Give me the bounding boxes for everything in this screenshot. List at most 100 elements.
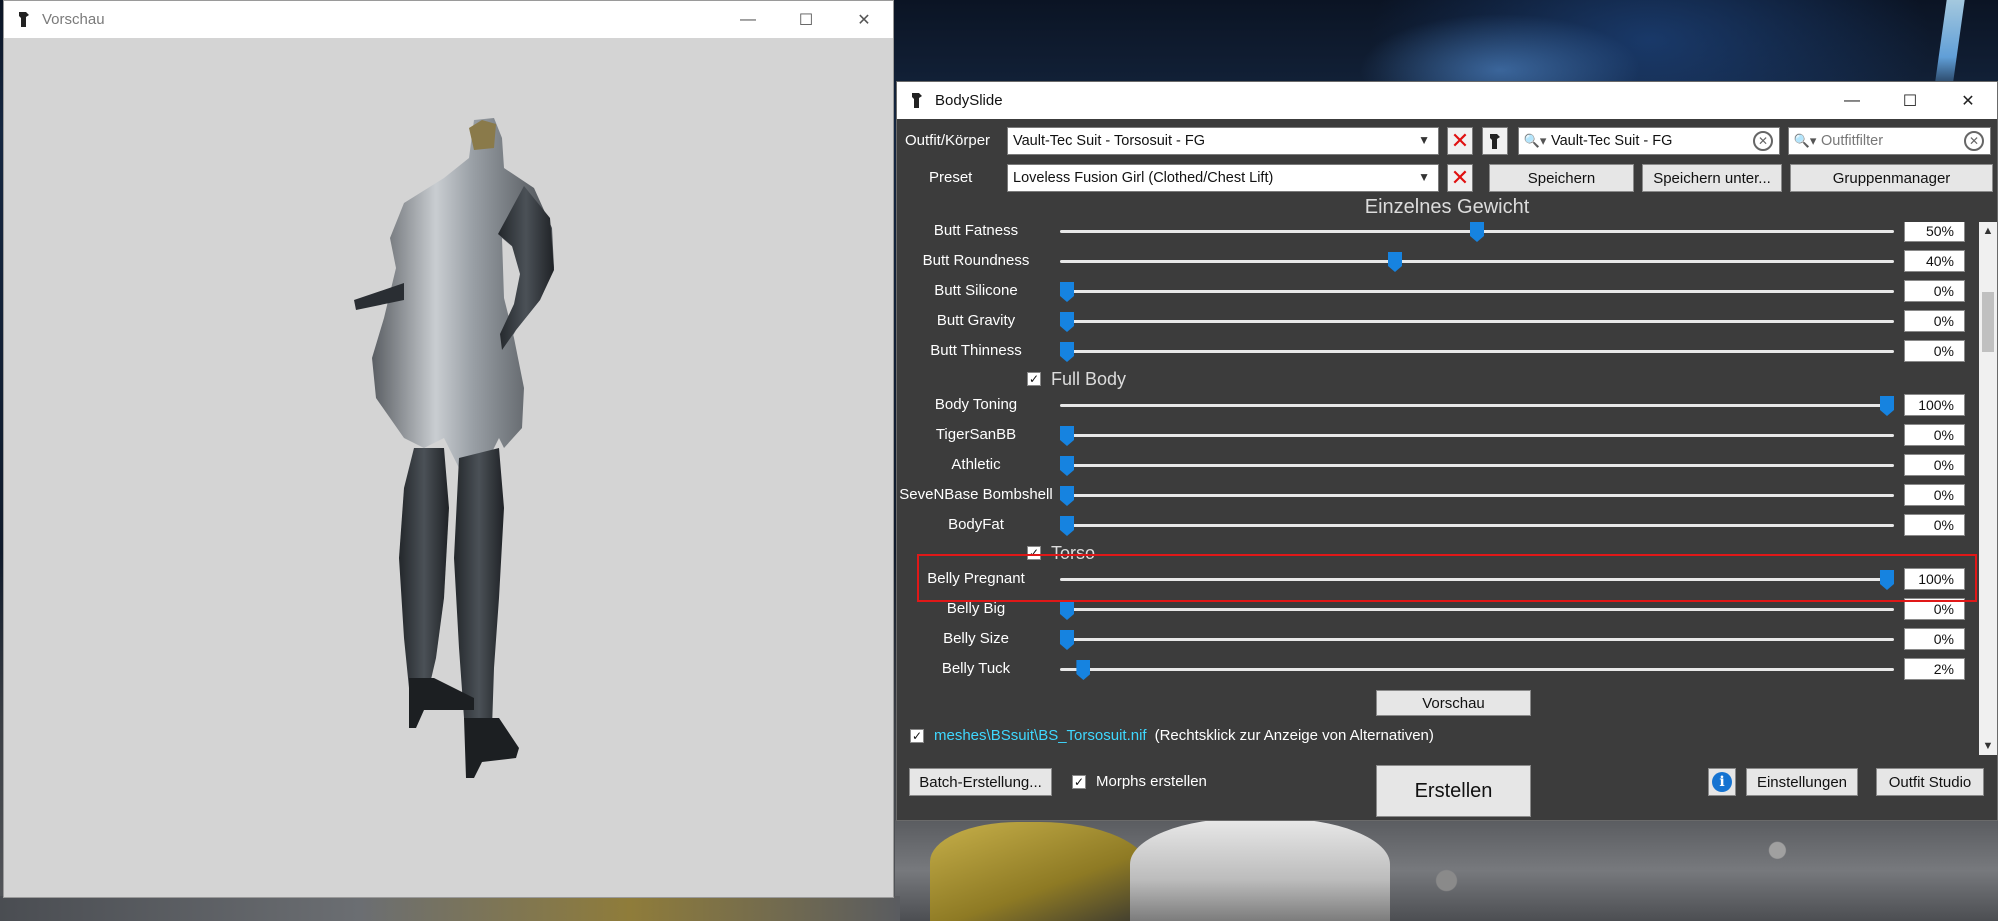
slider-track[interactable] xyxy=(1060,608,1894,611)
slider-track[interactable] xyxy=(1060,320,1894,323)
close-icon: ✕ xyxy=(1450,128,1470,153)
slider-thumb[interactable] xyxy=(1060,282,1074,302)
slider-value-input[interactable]: 2% xyxy=(1904,658,1965,680)
slider-name: Belly Size xyxy=(943,630,1009,647)
slider-value-input[interactable]: 100% xyxy=(1904,394,1965,416)
slider-track[interactable] xyxy=(1060,260,1894,263)
preview-button[interactable]: Vorschau xyxy=(1376,690,1531,716)
slider-row[interactable]: TigerSanBB 0% xyxy=(897,420,1977,450)
search-icon: 🔍▾ xyxy=(1523,133,1547,148)
slider-value-input[interactable]: 0% xyxy=(1904,454,1965,476)
settings-button[interactable]: Einstellungen xyxy=(1746,768,1858,796)
slider-row[interactable]: Belly Size 0% xyxy=(897,624,1977,654)
outfit-icon-button[interactable] xyxy=(1482,127,1508,155)
save-button[interactable]: Speichern xyxy=(1489,164,1634,192)
scroll-up-icon[interactable]: ▲ xyxy=(1979,222,1997,240)
slider-track[interactable] xyxy=(1060,350,1894,353)
batch-build-button[interactable]: Batch-Erstellung... xyxy=(909,768,1052,796)
slider-name: Belly Big xyxy=(946,600,1006,617)
slider-thumb[interactable] xyxy=(1060,600,1074,620)
nif-path-link[interactable]: meshes\BSsuit\BS_Torsosuit.nif xyxy=(934,727,1147,744)
slider-value-input[interactable]: 0% xyxy=(1904,280,1965,302)
slider-row[interactable]: Butt Silicone 0% xyxy=(897,276,1977,306)
preview-window-title: Vorschau xyxy=(42,11,105,28)
slider-thumb[interactable] xyxy=(1470,222,1484,242)
slider-row[interactable]: Butt Gravity 0% xyxy=(897,306,1977,336)
3d-preview-viewport[interactable] xyxy=(4,38,893,898)
nif-output-row[interactable]: ✓ meshes\BSsuit\BS_Torsosuit.nif (Rechts… xyxy=(910,727,1434,744)
slider-row[interactable]: Body Toning 100% xyxy=(897,390,1977,420)
clear-search-icon[interactable]: ✕ xyxy=(1753,131,1773,151)
group-checkbox[interactable]: ✓ xyxy=(1027,372,1041,386)
slider-value-input[interactable]: 0% xyxy=(1904,310,1965,332)
morphs-checkbox[interactable]: ✓ xyxy=(1072,774,1086,789)
slider-value-input[interactable]: 0% xyxy=(1904,628,1965,650)
slider-value-input[interactable]: 50% xyxy=(1904,222,1965,242)
slider-track[interactable] xyxy=(1060,524,1894,527)
slider-value-input[interactable]: 0% xyxy=(1904,514,1965,536)
slider-track[interactable] xyxy=(1060,290,1894,293)
slider-row[interactable]: SeveNBase Bombshell 0% xyxy=(897,480,1977,510)
slider-row[interactable]: Athletic 0% xyxy=(897,450,1977,480)
slider-value-input[interactable]: 0% xyxy=(1904,340,1965,362)
slider-list[interactable]: Butt Fatness 50% Butt Roundness 40% Butt… xyxy=(897,222,1977,755)
slider-row[interactable]: Butt Thinness 0% xyxy=(897,336,1977,366)
slider-thumb[interactable] xyxy=(1076,660,1091,680)
slider-track[interactable] xyxy=(1060,494,1894,497)
scroll-down-icon[interactable]: ▼ xyxy=(1979,737,1997,755)
bodyslide-titlebar[interactable]: BodySlide — ☐ ✕ xyxy=(897,82,1997,119)
minimize-button[interactable]: — xyxy=(1823,82,1881,119)
slider-name: Butt Thinness xyxy=(930,342,1022,359)
minimize-button[interactable]: — xyxy=(719,1,777,38)
slider-value-input[interactable]: 0% xyxy=(1904,424,1965,446)
slider-thumb[interactable] xyxy=(1060,312,1074,332)
slider-track[interactable] xyxy=(1060,638,1894,641)
slider-value-input[interactable]: 0% xyxy=(1904,484,1965,506)
slider-thumb[interactable] xyxy=(1060,516,1074,536)
clear-outfit-button[interactable]: ✕ xyxy=(1447,127,1473,155)
nif-hint: (Rechtsklick zur Anzeige von Alternative… xyxy=(1154,727,1434,744)
slider-row[interactable]: Butt Roundness 40% xyxy=(897,246,1977,276)
bodyslide-window[interactable]: BodySlide — ☐ ✕ Outfit/Körper Vault-Tec … xyxy=(896,81,1998,821)
outfit-filter-input[interactable]: 🔍▾ Outfitfilter ✕ xyxy=(1788,127,1991,155)
group-manager-button[interactable]: Gruppenmanager xyxy=(1790,164,1993,192)
slider-track[interactable] xyxy=(1060,404,1894,407)
slider-thumb[interactable] xyxy=(1060,426,1074,446)
clear-filter-icon[interactable]: ✕ xyxy=(1964,131,1984,151)
slider-row[interactable]: Belly Tuck 2% xyxy=(897,654,1977,684)
clear-preset-button[interactable]: ✕ xyxy=(1447,164,1473,192)
close-button[interactable]: ✕ xyxy=(1939,82,1997,119)
scrollbar-thumb[interactable] xyxy=(1982,292,1994,352)
slider-scrollbar[interactable]: ▲ ▼ xyxy=(1979,222,1997,755)
slider-row[interactable]: Butt Fatness 50% xyxy=(897,222,1977,246)
slider-thumb[interactable] xyxy=(1060,342,1074,362)
outfit-studio-button[interactable]: Outfit Studio xyxy=(1876,768,1984,796)
preset-dropdown[interactable]: Loveless Fusion Girl (Clothed/Chest Lift… xyxy=(1007,164,1439,192)
save-as-button[interactable]: Speichern unter... xyxy=(1642,164,1782,192)
slider-thumb[interactable] xyxy=(1880,396,1894,416)
bodyslide-app-icon xyxy=(1490,133,1500,149)
nif-checkbox[interactable]: ✓ xyxy=(910,728,924,743)
slider-thumb[interactable] xyxy=(1388,252,1402,272)
preview-window[interactable]: Vorschau — ☐ ✕ xyxy=(3,0,894,898)
slider-track[interactable] xyxy=(1060,464,1894,467)
bodyslide-app-icon xyxy=(19,12,29,27)
slider-value-input[interactable]: 40% xyxy=(1904,250,1965,272)
maximize-button[interactable]: ☐ xyxy=(1881,82,1939,119)
build-button[interactable]: Erstellen xyxy=(1376,765,1531,817)
morphs-row[interactable]: ✓ Morphs erstellen xyxy=(1072,773,1207,790)
slider-thumb[interactable] xyxy=(1060,486,1074,506)
outfit-dropdown[interactable]: Vault-Tec Suit - Torsosuit - FG ▼ xyxy=(1007,127,1439,155)
slider-row[interactable]: BodyFat 0% xyxy=(897,510,1977,540)
slider-track[interactable] xyxy=(1060,434,1894,437)
slider-thumb[interactable] xyxy=(1060,456,1074,476)
preview-titlebar[interactable]: Vorschau — ☐ ✕ xyxy=(4,1,893,38)
highlight-box xyxy=(917,554,1977,602)
info-button[interactable]: i xyxy=(1708,768,1736,796)
maximize-button[interactable]: ☐ xyxy=(777,1,835,38)
slider-track[interactable] xyxy=(1060,668,1894,671)
close-button[interactable]: ✕ xyxy=(835,1,893,38)
group-search-input[interactable]: 🔍▾ Vault-Tec Suit - FG ✕ xyxy=(1518,127,1780,155)
chevron-down-icon: ▼ xyxy=(1418,170,1430,184)
slider-thumb[interactable] xyxy=(1060,630,1074,650)
